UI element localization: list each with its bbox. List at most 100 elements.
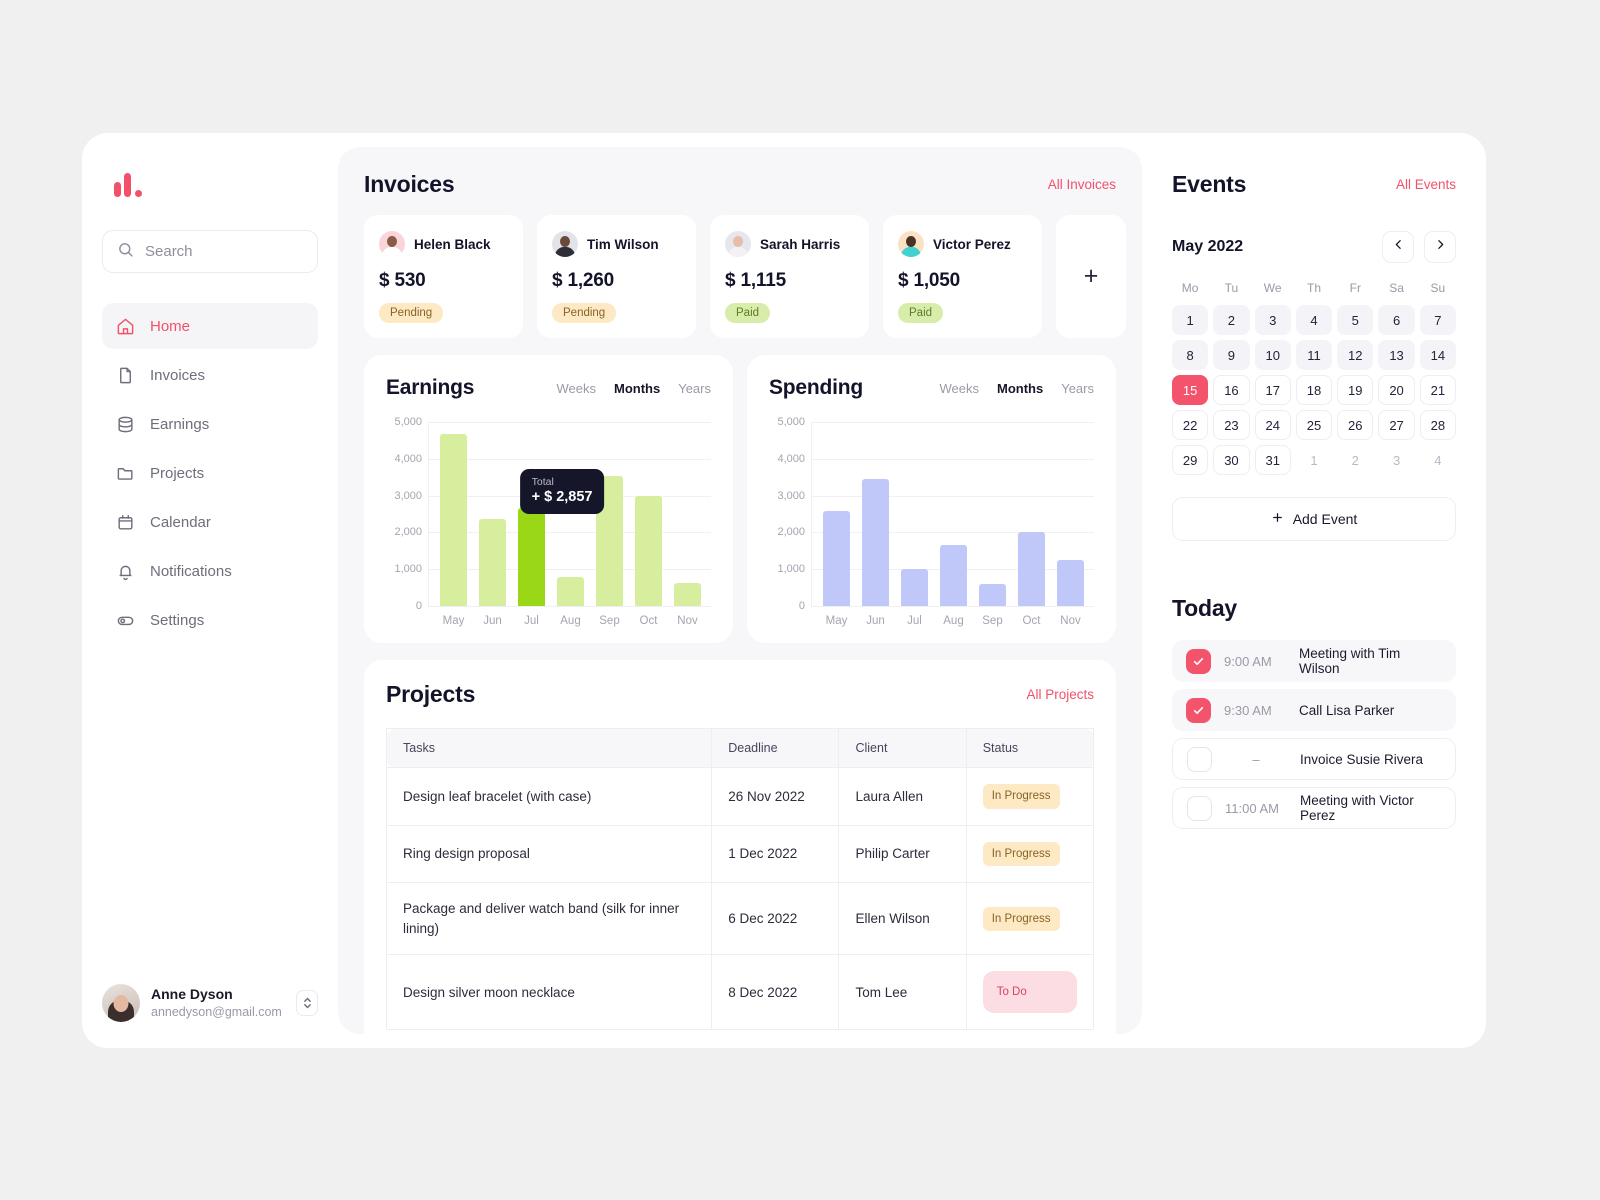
table-row[interactable]: Package and deliver watch band (silk for… bbox=[385, 882, 1095, 956]
calendar-next-button[interactable] bbox=[1424, 231, 1456, 263]
all-projects-link[interactable]: All Projects bbox=[1026, 687, 1094, 702]
calendar-day[interactable]: 26 bbox=[1337, 410, 1374, 440]
bar[interactable] bbox=[862, 479, 889, 606]
checkbox-checked[interactable] bbox=[1186, 697, 1211, 723]
calendar-day[interactable]: 27 bbox=[1378, 410, 1415, 440]
calendar-day[interactable]: 29 bbox=[1172, 445, 1209, 475]
calendar-day[interactable]: 5 bbox=[1337, 305, 1374, 335]
list-item[interactable]: 9:30 AM Call Lisa Parker bbox=[1172, 689, 1456, 731]
invoice-card[interactable]: Victor Perez $ 1,050 Paid bbox=[883, 215, 1042, 338]
bar-slot[interactable] bbox=[817, 422, 856, 606]
table-row[interactable]: Ring design proposal 1 Dec 2022 Philip Car… bbox=[385, 825, 1095, 884]
calendar-day[interactable]: 24 bbox=[1254, 410, 1291, 440]
calendar-day[interactable]: 31 bbox=[1254, 445, 1291, 475]
calendar-day[interactable]: 11 bbox=[1295, 340, 1333, 370]
calendar-day[interactable]: 21 bbox=[1419, 375, 1456, 405]
user-profile[interactable]: Anne Dyson annedyson@gmail.com bbox=[102, 984, 318, 1022]
bar[interactable] bbox=[901, 569, 928, 606]
sidebar-item-settings[interactable]: Settings bbox=[102, 597, 318, 643]
bar-slot[interactable] bbox=[934, 422, 973, 606]
list-item[interactable]: 9:00 AM Meeting with Tim Wilson bbox=[1172, 640, 1456, 682]
bar-slot[interactable] bbox=[668, 422, 707, 606]
table-row[interactable]: Design leaf bracelet (with case) 26 Nov 2… bbox=[385, 767, 1095, 826]
bar-slot[interactable] bbox=[629, 422, 668, 606]
calendar-day[interactable]: 8 bbox=[1172, 340, 1209, 370]
bar-slot[interactable] bbox=[973, 422, 1012, 606]
list-item[interactable]: – Invoice Susie Rivera bbox=[1172, 738, 1456, 780]
calendar-day[interactable]: 18 bbox=[1295, 375, 1333, 405]
tab-years[interactable]: Years bbox=[678, 381, 711, 396]
invoice-card[interactable]: Helen Black $ 530 Pending bbox=[364, 215, 523, 338]
bar-slot[interactable] bbox=[551, 422, 590, 606]
calendar-day[interactable]: 3 bbox=[1254, 305, 1291, 335]
calendar-day[interactable]: 3 bbox=[1378, 445, 1415, 475]
user-switch-button[interactable] bbox=[296, 990, 318, 1016]
calendar-day[interactable]: 17 bbox=[1254, 375, 1291, 405]
checkbox-unchecked[interactable] bbox=[1187, 746, 1212, 772]
calendar-day[interactable]: 2 bbox=[1213, 305, 1250, 335]
tab-months[interactable]: Months bbox=[997, 381, 1043, 396]
search-input[interactable] bbox=[145, 243, 303, 260]
calendar-day[interactable]: 1 bbox=[1172, 305, 1209, 335]
bar[interactable] bbox=[479, 519, 506, 606]
sidebar-item-invoices[interactable]: Invoices bbox=[102, 352, 318, 398]
bar[interactable] bbox=[518, 508, 545, 606]
bar[interactable] bbox=[1057, 560, 1084, 606]
bar-slot[interactable] bbox=[434, 422, 473, 606]
add-invoice-button[interactable]: + bbox=[1056, 215, 1126, 338]
all-events-link[interactable]: All Events bbox=[1396, 177, 1456, 192]
bar-slot[interactable] bbox=[1012, 422, 1051, 606]
calendar-day[interactable]: 7 bbox=[1419, 305, 1456, 335]
calendar-day[interactable]: 28 bbox=[1419, 410, 1456, 440]
calendar-day-selected[interactable]: 15 bbox=[1172, 375, 1209, 405]
calendar-day[interactable]: 10 bbox=[1254, 340, 1291, 370]
bar[interactable] bbox=[940, 545, 967, 606]
calendar-day[interactable]: 6 bbox=[1378, 305, 1415, 335]
bar-slot[interactable] bbox=[473, 422, 512, 606]
checkbox-checked[interactable] bbox=[1186, 648, 1211, 674]
invoice-card[interactable]: Sarah Harris $ 1,115 Paid bbox=[710, 215, 869, 338]
bar[interactable] bbox=[635, 495, 662, 606]
tab-months[interactable]: Months bbox=[614, 381, 660, 396]
all-invoices-link[interactable]: All Invoices bbox=[1048, 177, 1116, 192]
calendar-day[interactable]: 19 bbox=[1337, 375, 1374, 405]
bar-slot[interactable] bbox=[590, 422, 629, 606]
calendar-day[interactable]: 4 bbox=[1419, 445, 1456, 475]
calendar-day[interactable]: 2 bbox=[1337, 445, 1374, 475]
bar[interactable] bbox=[823, 511, 850, 606]
invoice-card[interactable]: Tim Wilson $ 1,260 Pending bbox=[537, 215, 696, 338]
bar[interactable] bbox=[557, 576, 584, 606]
checkbox-unchecked[interactable] bbox=[1187, 795, 1212, 821]
calendar-day[interactable]: 30 bbox=[1213, 445, 1250, 475]
calendar-prev-button[interactable] bbox=[1382, 231, 1414, 263]
bar-slot[interactable] bbox=[1051, 422, 1090, 606]
tab-weeks[interactable]: Weeks bbox=[557, 381, 597, 396]
sidebar-item-home[interactable]: Home bbox=[102, 303, 318, 349]
bar[interactable] bbox=[440, 433, 467, 606]
calendar-day[interactable]: 16 bbox=[1213, 375, 1250, 405]
sidebar-item-projects[interactable]: Projects bbox=[102, 450, 318, 496]
calendar-day[interactable]: 4 bbox=[1295, 305, 1333, 335]
tab-years[interactable]: Years bbox=[1061, 381, 1094, 396]
app-logo-icon[interactable] bbox=[102, 171, 318, 197]
calendar-day[interactable]: 13 bbox=[1378, 340, 1415, 370]
search-box[interactable] bbox=[102, 230, 318, 273]
calendar-day[interactable]: 1 bbox=[1295, 445, 1333, 475]
bar[interactable] bbox=[674, 582, 701, 606]
calendar-day[interactable]: 12 bbox=[1337, 340, 1374, 370]
calendar-day[interactable]: 20 bbox=[1378, 375, 1415, 405]
list-item[interactable]: 11:00 AM Meeting with Victor Perez bbox=[1172, 787, 1456, 829]
calendar-day[interactable]: 25 bbox=[1295, 410, 1333, 440]
calendar-day[interactable]: 9 bbox=[1213, 340, 1250, 370]
sidebar-item-earnings[interactable]: Earnings bbox=[102, 401, 318, 447]
calendar-day[interactable]: 22 bbox=[1172, 410, 1209, 440]
bar[interactable] bbox=[1018, 532, 1045, 606]
bar-slot[interactable] bbox=[856, 422, 895, 606]
sidebar-item-notifications[interactable]: Notifications bbox=[102, 548, 318, 594]
calendar-day[interactable]: 23 bbox=[1213, 410, 1250, 440]
sidebar-item-calendar[interactable]: Calendar bbox=[102, 499, 318, 545]
table-row[interactable]: Design silver moon necklace 8 Dec 2022 Tom… bbox=[385, 954, 1095, 1031]
tab-weeks[interactable]: Weeks bbox=[940, 381, 980, 396]
bar-slot[interactable]: Total + $ 2,857 bbox=[512, 422, 605, 606]
add-event-button[interactable]: Add Event bbox=[1172, 497, 1456, 541]
